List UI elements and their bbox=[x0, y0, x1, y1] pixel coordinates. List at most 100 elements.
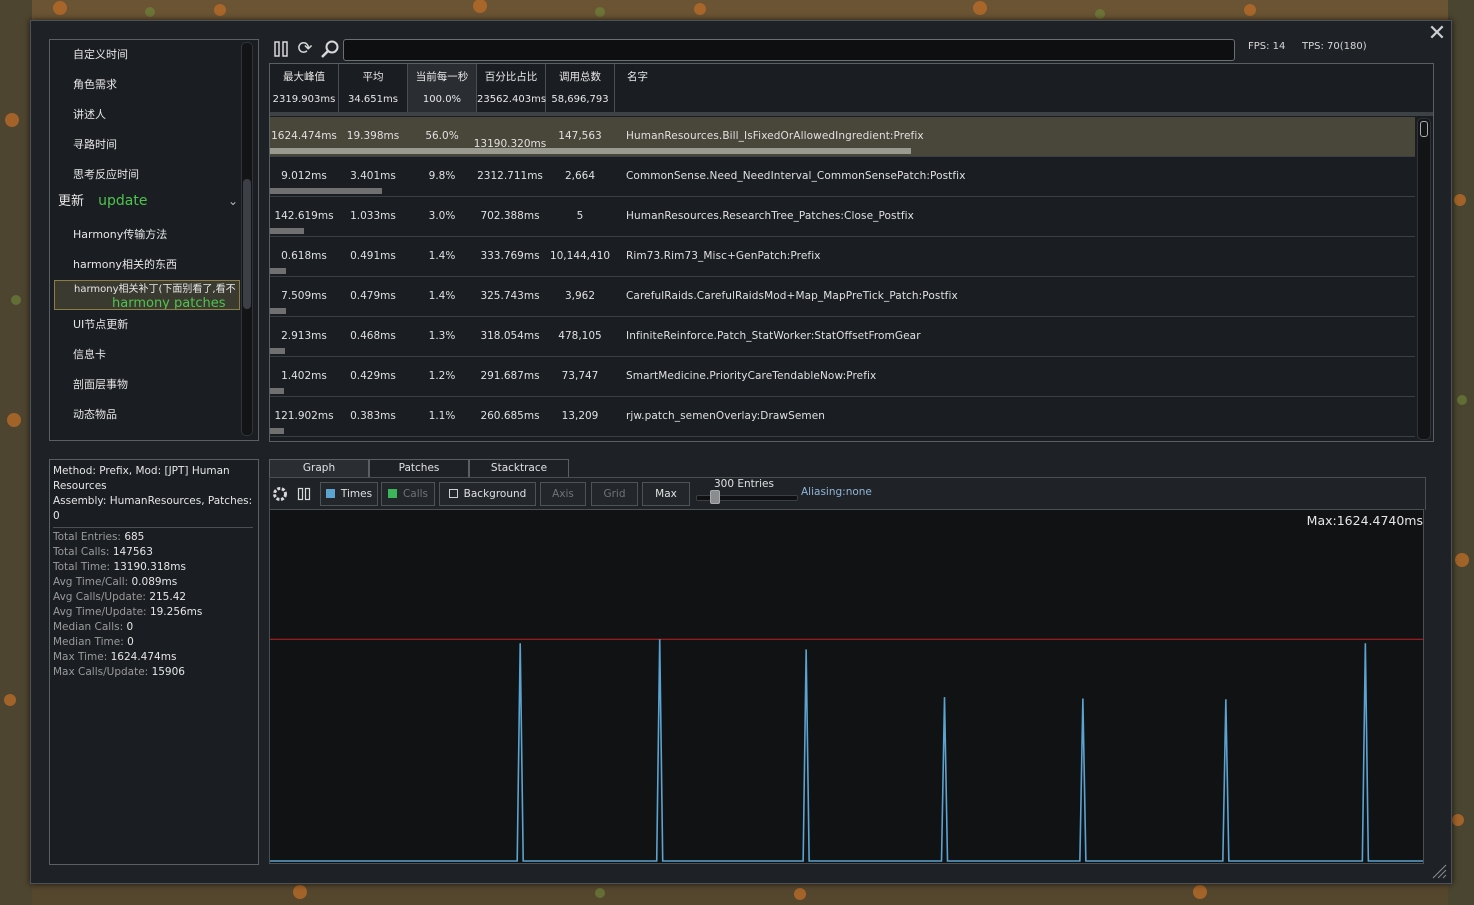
max-button[interactable]: Max bbox=[642, 482, 690, 506]
percent-bar bbox=[270, 388, 284, 394]
calls-toggle[interactable]: Calls bbox=[381, 482, 435, 506]
axis-button[interactable]: Axis bbox=[540, 482, 586, 506]
calls-checkbox[interactable] bbox=[387, 489, 397, 498]
column-header-max[interactable]: 最大峰值 2319.903ms bbox=[270, 64, 339, 112]
stat-row: Total Time: 13190.318ms bbox=[53, 560, 186, 575]
gear-icon[interactable] bbox=[271, 485, 289, 503]
table-scrollbar[interactable] bbox=[1417, 118, 1431, 440]
percent-bar bbox=[270, 348, 285, 354]
stat-label: Total Calls: bbox=[53, 546, 110, 558]
pause-icon[interactable] bbox=[273, 41, 289, 57]
cell-name: HumanResources.ResearchTree_Patches:Clos… bbox=[626, 210, 914, 222]
category-item[interactable]: 信息卡 bbox=[50, 340, 240, 370]
stat-value: 0 bbox=[126, 621, 134, 633]
category-group-label: 更新 bbox=[58, 194, 85, 209]
entries-slider-thumb[interactable] bbox=[710, 490, 720, 504]
stat-value: 215.42 bbox=[149, 591, 187, 603]
stat-row: Median Calls: 0 bbox=[53, 620, 133, 635]
table-row[interactable]: 1.402ms 0.429ms 1.2% 291.687ms 73,747 SmartMe… bbox=[270, 357, 1415, 397]
category-item[interactable]: 讲述人 bbox=[50, 100, 240, 130]
cell-max: 142.619ms bbox=[274, 210, 334, 222]
refresh-icon[interactable]: ⟳ bbox=[295, 39, 315, 59]
background-toggle[interactable]: Background bbox=[439, 482, 536, 506]
search-input[interactable] bbox=[343, 39, 1235, 61]
cell-total: 291.687ms bbox=[480, 370, 540, 382]
category-item[interactable]: 寻路时间 bbox=[50, 130, 240, 160]
graph-canvas bbox=[270, 638, 1423, 862]
column-header-calls[interactable]: 调用总数 58,696,793 bbox=[546, 64, 615, 112]
cell-total: 260.685ms bbox=[480, 410, 540, 422]
background-checkbox[interactable] bbox=[448, 489, 458, 498]
category-item[interactable]: Harmony传输方法 bbox=[50, 220, 240, 250]
category-item[interactable]: UI节点更新 bbox=[50, 310, 240, 340]
tab-graph[interactable]: Graph bbox=[269, 459, 369, 477]
column-header-total[interactable]: 百分比占比 23562.403ms bbox=[477, 64, 546, 112]
cell-name: HumanResources.Bill_IsFixedOrAllowedIngr… bbox=[626, 130, 924, 142]
cell-max: 0.618ms bbox=[281, 250, 327, 262]
table-row[interactable]: 7.509ms 0.479ms 1.4% 325.743ms 3,962 CarefulR… bbox=[270, 277, 1415, 317]
aliasing-toggle[interactable]: Aliasing:none bbox=[801, 486, 872, 498]
chevron-down-icon[interactable]: ⌄ bbox=[228, 186, 238, 216]
cell-avg: 0.491ms bbox=[350, 250, 396, 262]
scrollbar-thumb[interactable] bbox=[243, 179, 251, 309]
stat-value: 0.089ms bbox=[131, 576, 178, 588]
cell-max: 121.902ms bbox=[274, 410, 334, 422]
method-info-text: Method: Prefix, Mod: [JPT] Human Resourc… bbox=[53, 465, 253, 522]
resize-grip-icon[interactable] bbox=[1431, 863, 1447, 879]
percent-bar bbox=[270, 188, 382, 194]
cell-avg: 0.468ms bbox=[350, 330, 396, 342]
category-selected-label-en: harmony patches bbox=[112, 296, 226, 310]
table-row[interactable]: 2.913ms 0.468ms 1.3% 318.054ms 478,105 Infini… bbox=[270, 317, 1415, 357]
cell-calls: 478,105 bbox=[558, 330, 602, 342]
table-row[interactable]: 121.902ms 0.383ms 1.1% 260.685ms 13,209 rjw.p… bbox=[270, 397, 1415, 437]
header-label: 当前每一秒 bbox=[415, 71, 469, 83]
stat-label: Median Calls: bbox=[53, 621, 124, 633]
table-row[interactable]: 1624.474ms 19.398ms 56.0% 13190.320ms 147,56… bbox=[270, 117, 1415, 157]
cell-avg: 0.429ms bbox=[350, 370, 396, 382]
column-header-avg[interactable]: 平均 34.651ms bbox=[339, 64, 408, 112]
column-header-name[interactable]: 名字 bbox=[615, 64, 1433, 112]
close-icon[interactable]: ✕ bbox=[1427, 23, 1447, 45]
stat-row: Max Calls/Update: 15906 bbox=[53, 665, 185, 680]
cell-calls: 13,209 bbox=[561, 410, 599, 422]
stat-label: Total Time: bbox=[53, 561, 111, 573]
column-header-percent[interactable]: 当前每一秒 100.0% bbox=[408, 64, 477, 112]
category-group-update[interactable]: 更新 update ⌄ bbox=[58, 186, 238, 216]
category-selected-label: harmony相关补丁(下面别看了,看不懂的) bbox=[74, 284, 236, 295]
stat-label: Avg Time/Call: bbox=[53, 576, 129, 588]
category-item[interactable]: 自定义时间 bbox=[50, 40, 240, 70]
category-item[interactable]: 剖面层事物 bbox=[50, 370, 240, 400]
tab-patches[interactable]: Patches bbox=[369, 459, 469, 477]
category-item[interactable]: 动态物品 bbox=[50, 400, 240, 430]
stat-value: 1624.474ms bbox=[110, 651, 177, 663]
times-checkbox[interactable] bbox=[325, 489, 335, 498]
header-label: 平均 bbox=[362, 71, 384, 83]
stat-row: Avg Calls/Update: 215.42 bbox=[53, 590, 186, 605]
header-total: 23562.403ms bbox=[477, 94, 547, 105]
percent-bar bbox=[270, 268, 286, 274]
times-toggle[interactable]: Times bbox=[320, 482, 378, 506]
category-item[interactable]: 角色需求 bbox=[50, 70, 240, 100]
grid-button[interactable]: Grid bbox=[591, 482, 638, 506]
stat-row: Total Calls: 147563 bbox=[53, 545, 153, 560]
header-divider bbox=[270, 112, 1433, 116]
category-scrollbar[interactable] bbox=[241, 42, 253, 436]
header-total: 2319.903ms bbox=[272, 94, 336, 105]
category-item-selected[interactable]: harmony相关补丁(下面别看了,看不懂的) harmony patches bbox=[54, 280, 240, 310]
tab-stacktrace[interactable]: Stacktrace bbox=[469, 459, 569, 477]
header-total: 34.651ms bbox=[348, 94, 398, 105]
columns-icon[interactable] bbox=[297, 487, 311, 501]
cell-max: 1624.474ms bbox=[271, 130, 337, 142]
table-row[interactable]: 9.012ms 3.401ms 9.8% 2312.711ms 2,664 CommonS… bbox=[270, 157, 1415, 197]
table-row[interactable]: 0.618ms 0.491ms 1.4% 333.769ms 10,144,410 Rim… bbox=[270, 237, 1415, 277]
cell-max: 2.913ms bbox=[281, 330, 327, 342]
search-icon[interactable] bbox=[320, 39, 340, 59]
table-row[interactable]: 142.619ms 1.033ms 3.0% 702.388ms 5 HumanResou… bbox=[270, 197, 1415, 237]
scrollbar-thumb[interactable] bbox=[1420, 121, 1428, 137]
cell-calls: 73,747 bbox=[561, 370, 599, 382]
cell-total: 333.769ms bbox=[480, 250, 540, 262]
category-item[interactable]: harmony相关的东西 bbox=[50, 250, 240, 280]
tps-readout: TPS: 70(180) bbox=[1302, 41, 1367, 52]
cell-total: 325.743ms bbox=[480, 290, 540, 302]
cell-calls: 147,563 bbox=[558, 130, 602, 142]
